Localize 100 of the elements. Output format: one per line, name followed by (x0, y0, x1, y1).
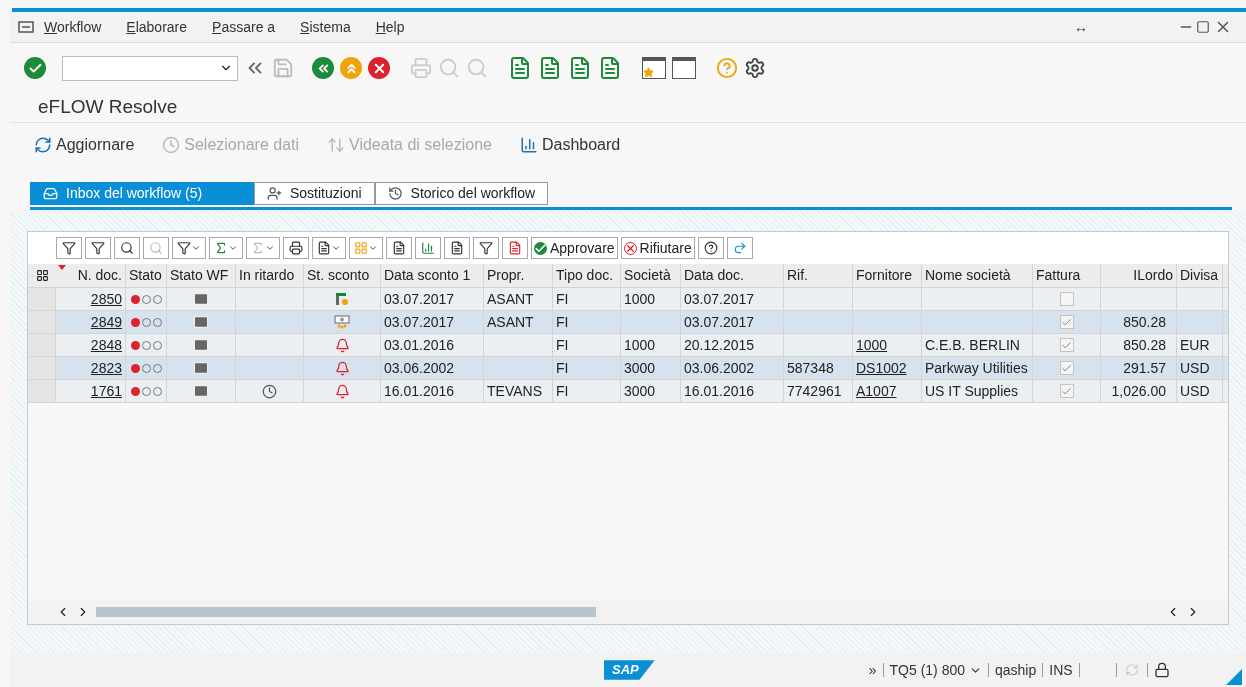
toolbar-button[interactable]: Dashboard (519, 133, 621, 157)
sum-button[interactable] (209, 237, 243, 259)
toolbar-button[interactable]: Aggiornare (34, 133, 135, 157)
menu-item[interactable]: Workflow (44, 16, 102, 38)
system-info[interactable]: TQ5 (1) 800 (889, 659, 982, 681)
table-cell-text: FI (556, 289, 569, 309)
back-button[interactable] (312, 57, 334, 79)
sort-descending-button[interactable] (85, 237, 111, 259)
page-navigation-icon[interactable] (568, 56, 592, 80)
edit-button[interactable] (444, 237, 470, 259)
print-button[interactable] (283, 237, 309, 259)
new-session-button[interactable] (642, 57, 666, 79)
column-header[interactable]: Stato (126, 264, 167, 287)
column-header[interactable]: Tipo doc. (553, 264, 621, 287)
refresh-icon (34, 136, 52, 154)
user-name: qaship (995, 660, 1037, 680)
print-icon (289, 241, 303, 255)
column-header[interactable]: N. doc. (56, 264, 126, 287)
column-header[interactable]: Divisa (1177, 264, 1223, 287)
table-cell-text: 03.06.2002 (384, 358, 455, 378)
caret-icon (331, 243, 341, 253)
export-button[interactable] (312, 237, 346, 259)
grid-icon (354, 241, 368, 255)
table-cell-text: 3000 (624, 358, 656, 378)
table-cell-text: FI (556, 335, 569, 355)
document-link[interactable]: 2823 (90, 357, 122, 379)
lock-icon[interactable] (1153, 662, 1170, 678)
table-cell-text: 03.01.2016 (384, 335, 455, 355)
table-cell-text: C.E.B. BERLIN (925, 335, 1020, 355)
vendor-link[interactable]: 1000 (856, 334, 888, 356)
table-cell-text: ASANT (487, 312, 534, 332)
settings-icon[interactable] (744, 57, 766, 79)
column-header[interactable]: Propr. (484, 264, 553, 287)
resize-grip-icon[interactable] (1226, 669, 1242, 685)
column-header[interactable]: Nome società (922, 264, 1033, 287)
table-cell-text: Parkway Utilities (925, 358, 1028, 378)
vendor-link[interactable]: A1007 (856, 380, 897, 402)
help-button[interactable] (697, 237, 724, 259)
document-icon (317, 241, 331, 255)
menu-item[interactable]: Sistema (300, 16, 351, 38)
cancel-button[interactable] (368, 57, 390, 79)
column-header[interactable]: Fornitore (853, 264, 922, 287)
table-cell-text: 16.01.2016 (384, 381, 455, 401)
column-button[interactable] (473, 237, 499, 259)
action-button[interactable]: Approvare (531, 237, 618, 259)
table-cell-text: US IT Supplies (925, 381, 1019, 401)
document-link[interactable]: 2849 (90, 311, 122, 333)
column-header[interactable]: Rif. (784, 264, 853, 287)
details-button[interactable] (386, 237, 412, 259)
column-header[interactable]: St. sconto (304, 264, 381, 287)
sigma-icon (214, 241, 228, 255)
document-link[interactable]: 1761 (90, 380, 122, 402)
resize-toggle[interactable]: ↔ (1074, 16, 1088, 38)
chart-button[interactable] (415, 237, 441, 259)
column-header[interactable]: Fattura (1033, 264, 1101, 287)
column-header[interactable]: In ritardo (236, 264, 304, 287)
alert-button[interactable] (502, 237, 528, 259)
filter-icon (91, 241, 105, 255)
filter-button[interactable] (172, 237, 206, 259)
table-cell-text: 20.12.2015 (684, 335, 755, 355)
column-header[interactable]: Stato WF (167, 264, 236, 287)
chart-icon (421, 241, 435, 255)
expand-toggle[interactable]: » (868, 659, 877, 681)
table-cell-text: ASANT (487, 289, 534, 309)
scrollbar-thumb[interactable] (96, 607, 596, 617)
table-cell-text: FI (556, 381, 569, 401)
enter-button[interactable] (24, 57, 46, 79)
page-navigation-icon[interactable] (598, 56, 622, 80)
column-header[interactable]: ILordo (1101, 264, 1177, 287)
menu-item[interactable]: Passare a (212, 16, 276, 38)
tab[interactable]: Storico del workflow (374, 182, 549, 205)
table-cell-text: FI (556, 312, 569, 332)
column-header[interactable]: Data sconto 1 (381, 264, 484, 287)
tab[interactable]: Sostituzioni (254, 182, 375, 205)
page-navigation-icon[interactable] (538, 56, 562, 80)
action-button[interactable]: Rifiutare (620, 237, 695, 259)
search-icon (149, 241, 163, 255)
history-icon (387, 186, 403, 201)
shortcut-icon[interactable] (672, 57, 696, 79)
vendor-link[interactable]: DS1002 (856, 357, 907, 379)
caret-icon (368, 243, 378, 253)
table-cell-text: 03.07.2017 (384, 312, 455, 332)
command-field[interactable] (62, 55, 238, 81)
sort-indicator-icon (58, 265, 66, 270)
page-navigation-icon[interactable] (508, 56, 532, 80)
check-icon (534, 241, 547, 255)
column-header[interactable]: Data doc. (681, 264, 784, 287)
document-link[interactable]: 2848 (90, 334, 122, 356)
menu-icon[interactable] (18, 20, 34, 34)
column-header[interactable]: Società (621, 264, 681, 287)
menu-item[interactable]: Elaborare (126, 16, 188, 38)
document-link[interactable]: 2850 (90, 288, 122, 310)
table-cell-text: 1000 (624, 335, 656, 355)
menu-item[interactable]: Help (375, 16, 405, 38)
table-cell-text: 850.28 (1123, 312, 1166, 332)
tab[interactable]: Inbox del workflow (5) (30, 182, 254, 205)
find-button[interactable] (114, 237, 140, 259)
maximize-icon[interactable] (1196, 20, 1210, 34)
sort-ascending-button[interactable] (56, 237, 82, 259)
column-settings-icon[interactable] (35, 269, 49, 282)
